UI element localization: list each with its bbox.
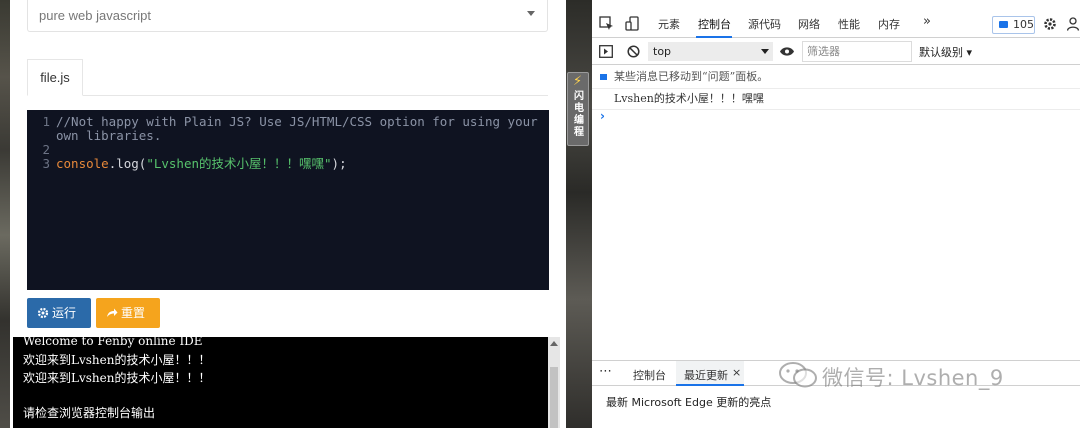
- code-comment: //Not happy with Plain JS? Use JS/HTML/C…: [56, 114, 538, 129]
- context-value: top: [653, 45, 672, 58]
- background-left: [0, 0, 10, 428]
- line-number: 3: [42, 156, 50, 171]
- drawer-content: 最新 Microsoft Edge 更新的亮点: [606, 396, 772, 409]
- code-editor[interactable]: 1 //Not happy with Plain JS? Use JS/HTML/…: [27, 110, 549, 290]
- tab-file-js[interactable]: file.js: [27, 59, 83, 96]
- scroll-thumb[interactable]: [550, 367, 558, 428]
- tab-network[interactable]: 网络: [798, 16, 820, 32]
- clear-console-icon[interactable]: [627, 45, 640, 58]
- code-line-1-wrap: own libraries.: [27, 129, 161, 143]
- tab-memory[interactable]: 内存: [878, 16, 900, 32]
- background-mid: [566, 0, 592, 428]
- code-line-1: 1 //Not happy with Plain JS? Use JS/HTML/…: [27, 114, 538, 129]
- chevron-down-icon: [527, 11, 535, 16]
- output-console: Welcome to Fenby online IDE 欢迎来到Lvshen的技…: [13, 334, 560, 428]
- devtools-toolbar: 元素 控制台 源代码 网络 性能 内存 » 105: [592, 12, 1080, 38]
- info-text: 某些消息已移动到“问题”面板。: [614, 70, 769, 83]
- message-icon: [600, 74, 607, 80]
- code-line-3: 3 console.log("Lvshen的技术小屋！！！嘿嘿");: [27, 156, 347, 171]
- drawer-tab-indicator: [676, 384, 744, 386]
- chevron-down-icon: [761, 49, 769, 54]
- message-icon: [999, 21, 1008, 28]
- wechat-icon: [779, 362, 817, 388]
- issues-badge[interactable]: 105: [992, 16, 1035, 34]
- code-comment: own libraries.: [56, 128, 162, 143]
- output-line: Welcome to Fenby online IDE: [23, 334, 203, 348]
- more-tabs-icon[interactable]: »: [923, 14, 931, 29]
- filter-input[interactable]: 筛选器: [802, 41, 912, 62]
- user-icon[interactable]: [1067, 17, 1080, 31]
- devtools-panel: 元素 控制台 源代码 网络 性能 内存 » 105 top 筛选器 默认级别 ▾…: [592, 0, 1080, 428]
- console-prompt[interactable]: ›: [592, 109, 1080, 125]
- eye-icon[interactable]: [779, 46, 795, 57]
- scroll-up-icon[interactable]: [550, 341, 558, 346]
- side-badge[interactable]: ⚡ 闪电编程: [567, 72, 589, 146]
- line-number: 1: [42, 114, 50, 129]
- share-arrow-icon: [107, 308, 118, 317]
- file-tabs: file.js: [27, 59, 548, 96]
- code-object: console: [56, 156, 109, 171]
- code-end: );: [331, 156, 347, 171]
- output-line: 欢迎来到Lvshen的技术小屋！！！: [23, 353, 211, 367]
- reset-button[interactable]: 重置: [96, 298, 160, 328]
- gear-icon: [37, 307, 49, 319]
- screen: pure web javascript file.js 1 //Not happy…: [0, 0, 1080, 428]
- device-toolbar-icon[interactable]: [625, 16, 640, 31]
- run-button[interactable]: 运行: [27, 298, 91, 328]
- language-select[interactable]: pure web javascript: [27, 0, 548, 32]
- tab-console[interactable]: 控制台: [698, 16, 731, 32]
- drawer-tab-whats-new[interactable]: 最近更新: [684, 367, 728, 383]
- code-string: "Lvshen的技术小屋！！！嘿嘿": [146, 156, 332, 171]
- tab-performance[interactable]: 性能: [838, 16, 860, 32]
- language-select-value: pure web javascript: [39, 8, 151, 23]
- prompt-chevron-icon: ›: [600, 109, 605, 123]
- output-scrollbar[interactable]: [548, 337, 560, 428]
- close-icon[interactable]: ×: [732, 366, 741, 379]
- ide-panel: pure web javascript file.js 1 //Not happy…: [10, 0, 566, 428]
- console-log-message: Lvshen的技术小屋！！！嘿嘿: [592, 88, 1080, 108]
- filter-placeholder: 筛选器: [807, 45, 840, 58]
- console-filter-bar: top 筛选器 默认级别 ▾: [592, 39, 1080, 65]
- code-line-2: 2: [27, 143, 56, 157]
- context-select[interactable]: top: [648, 42, 773, 61]
- reset-button-label: 重置: [121, 306, 146, 320]
- lightning-icon: ⚡: [573, 74, 583, 89]
- gear-icon[interactable]: [1043, 17, 1057, 31]
- active-tab-indicator: [696, 36, 732, 38]
- tab-sources[interactable]: 源代码: [748, 16, 781, 32]
- log-level-select[interactable]: 默认级别 ▾: [919, 44, 972, 60]
- watermark-text: 微信号: Lvshen_9: [822, 366, 1004, 390]
- drawer-tab-console[interactable]: 控制台: [633, 367, 666, 383]
- sidebar-toggle-icon[interactable]: [599, 45, 613, 58]
- output-line: 请检查浏览器控制台输出: [23, 406, 156, 420]
- more-options-icon[interactable]: ⋯: [599, 364, 612, 379]
- code-method: log(: [116, 156, 147, 171]
- line-number: 2: [42, 142, 50, 157]
- watermark: 微信号: Lvshen_9: [778, 362, 1004, 392]
- run-button-label: 运行: [52, 306, 77, 320]
- issues-count: 105: [1013, 18, 1034, 31]
- inspect-element-icon[interactable]: [599, 16, 614, 31]
- output-line: 欢迎来到Lvshen的技术小屋！！！: [23, 371, 211, 385]
- tab-elements[interactable]: 元素: [658, 16, 680, 32]
- side-badge-text: 闪电编程: [574, 91, 584, 138]
- log-text: Lvshen的技术小屋！！！嘿嘿: [614, 92, 764, 105]
- console-info-message: 某些消息已移动到“问题”面板。: [592, 67, 1080, 87]
